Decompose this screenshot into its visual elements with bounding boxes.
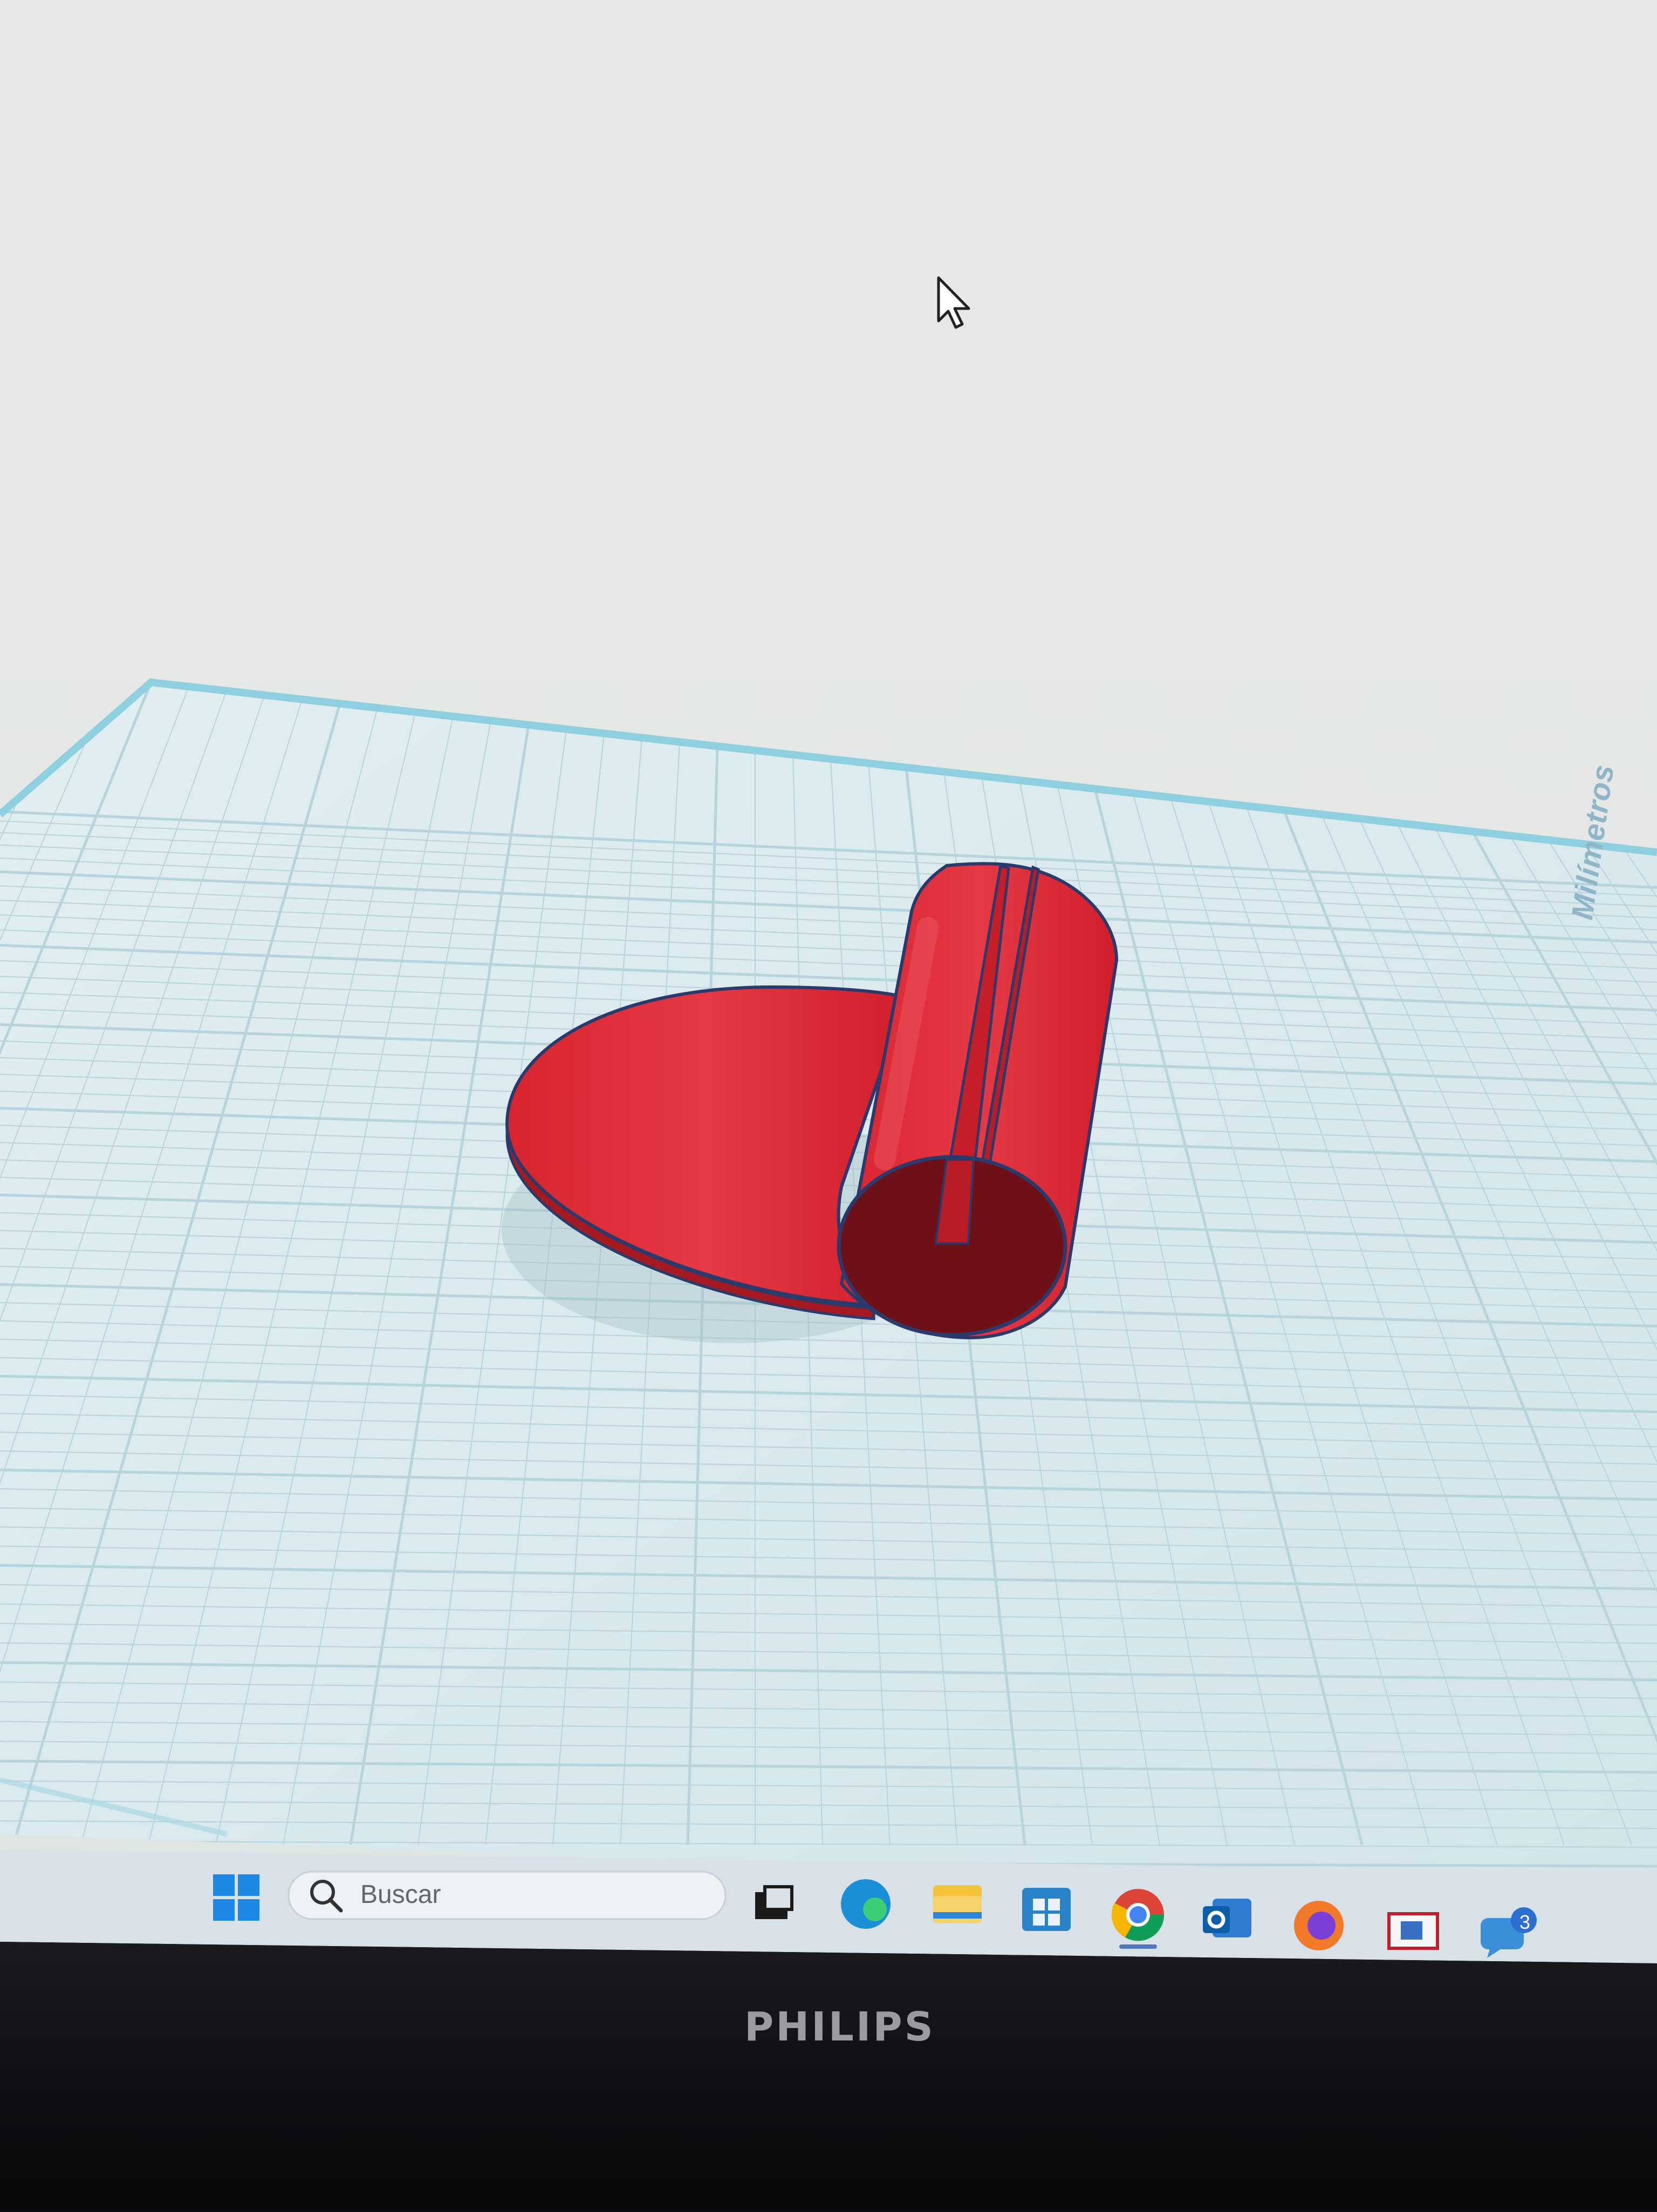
screen-canvas: Buscar 3 bbox=[0, 0, 1657, 2209]
photo-of-monitor: Buscar 3 Milímetros PHILIPS bbox=[0, 0, 1657, 2209]
search-placeholder: Buscar bbox=[360, 1880, 441, 1909]
notification-badge-count: 3 bbox=[1519, 1911, 1530, 1933]
firefox-icon[interactable] bbox=[1294, 1901, 1344, 1950]
window-app-icon[interactable] bbox=[1387, 1912, 1439, 1950]
edge-icon[interactable] bbox=[841, 1879, 891, 1929]
store-icon[interactable] bbox=[1022, 1888, 1071, 1931]
monitor-bezel bbox=[0, 1942, 1657, 2209]
file-explorer-icon[interactable] bbox=[933, 1885, 982, 1923]
taskbar-search-box[interactable]: Buscar bbox=[287, 1871, 727, 1920]
monitor-brand-logo: PHILIPS bbox=[744, 2004, 935, 2050]
